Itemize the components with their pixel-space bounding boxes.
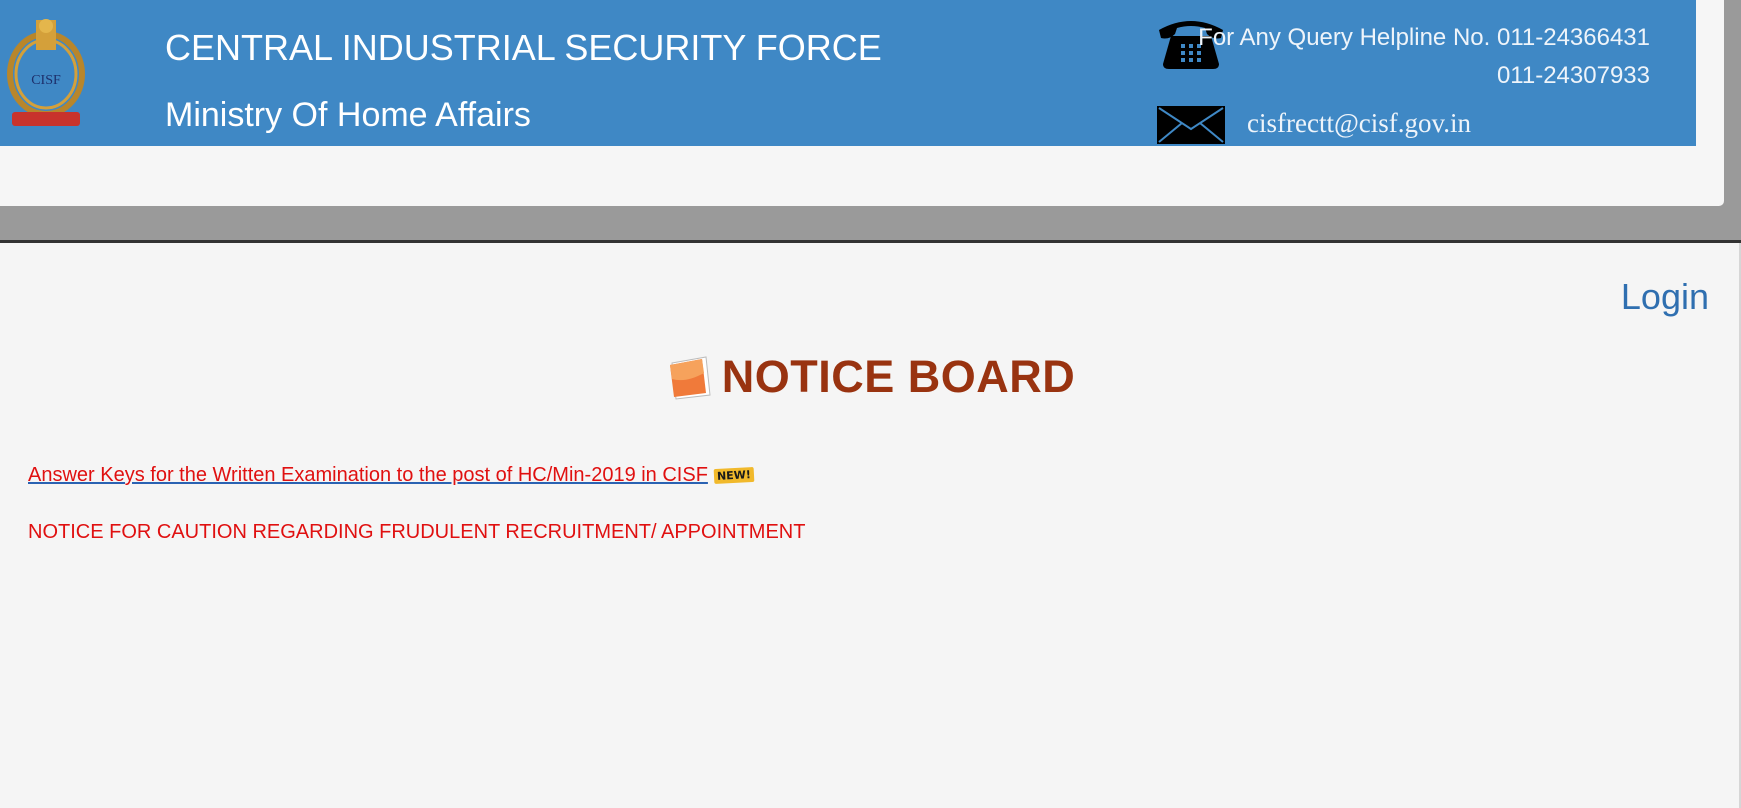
helpline-email: cisfrectt@cisf.gov.in <box>1247 108 1472 138</box>
ministry-name: Ministry Of Home Affairs <box>165 96 531 134</box>
notice-item: NOTICE FOR CAUTION REGARDING FRUDULENT R… <box>28 521 806 543</box>
svg-text:CISF: CISF <box>31 73 61 88</box>
notice-list: Answer Keys for the Written Examination … <box>28 464 805 544</box>
notice-item: Answer Keys for the Written Examination … <box>28 464 805 487</box>
notice-board-title: NOTICE BOARD <box>721 351 1076 402</box>
notice-board-heading: NOTICE BOARD <box>0 351 1741 403</box>
header-banner: CISF CENTRAL INDUSTRIAL SECURITY FORCE M… <box>0 0 1696 146</box>
main-content: Login NOTICE BOARD Answer Keys for the W… <box>0 243 1741 808</box>
helpline-number: For Any Query Helpline No. 011-24366431 <box>1198 24 1650 51</box>
login-link[interactable]: Login <box>1621 276 1709 318</box>
notice-link-answer-keys[interactable]: Answer Keys for the Written Examination … <box>28 464 708 487</box>
header-panel: CISF CENTRAL INDUSTRIAL SECURITY FORCE M… <box>0 0 1724 206</box>
notepad-icon <box>669 356 711 400</box>
envelope-icon <box>1157 106 1225 144</box>
cisf-emblem-icon: CISF <box>7 19 85 126</box>
new-badge: NEW! <box>713 466 755 485</box>
organization-title: CENTRAL INDUSTRIAL SECURITY FORCE <box>165 27 882 68</box>
helpline-number-alt: 011-24307933 <box>1496 62 1650 89</box>
